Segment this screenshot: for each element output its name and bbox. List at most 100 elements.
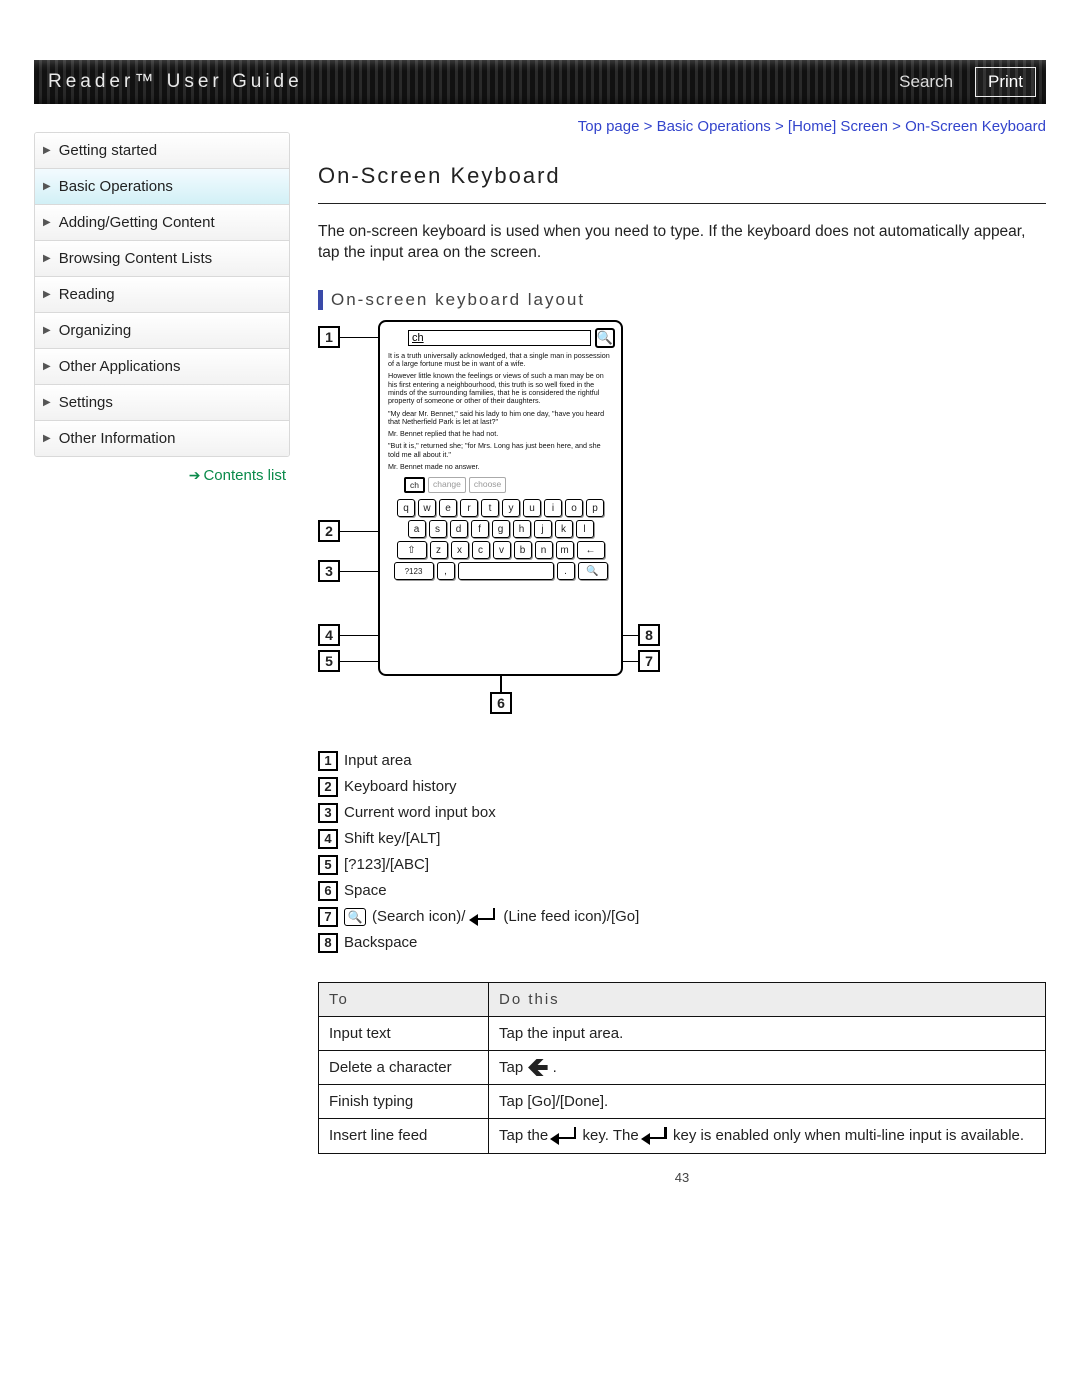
breadcrumb-item[interactable]: Basic Operations xyxy=(657,118,771,135)
cell-do: Tap [Go]/[Done]. xyxy=(489,1084,1046,1118)
search-link[interactable]: Search xyxy=(899,72,953,92)
legend-text: [?123]/[ABC] xyxy=(344,856,429,873)
device-frame: 🔍 It is a truth universally acknowledged… xyxy=(378,320,623,676)
legend-item: 5[?123]/[ABC] xyxy=(318,852,1046,878)
print-button[interactable]: Print xyxy=(975,67,1036,97)
key: l xyxy=(576,520,594,538)
sample-text: It is a truth universally acknowledged, … xyxy=(386,352,615,369)
breadcrumb-sep: > xyxy=(888,118,905,135)
sidebar-item-basic-operations[interactable]: ▶Basic Operations xyxy=(35,169,289,204)
callout-5: 5 xyxy=(318,650,340,672)
chevron-right-icon: ▶ xyxy=(43,361,51,372)
sidebar-item-other-apps[interactable]: ▶ Other Applications xyxy=(35,349,289,384)
shift-key: ⇧ xyxy=(397,541,427,559)
legend-num: 1 xyxy=(318,751,338,771)
key: b xyxy=(514,541,532,559)
key: e xyxy=(439,499,457,517)
th-to: To xyxy=(319,982,489,1016)
legend-item: 4Shift key/[ALT] xyxy=(318,826,1046,852)
sidebar-item-other-info[interactable]: ▶ Other Information xyxy=(35,421,289,456)
key: k xyxy=(555,520,573,538)
topbar-wrap: Reader™ User Guide Search Print xyxy=(0,0,1080,104)
contents-list-link[interactable]: ➔Contents list xyxy=(189,467,286,484)
key: n xyxy=(535,541,553,559)
callout-7: 7 xyxy=(638,650,660,672)
line-feed-icon xyxy=(471,908,497,926)
content: ▶Getting started ▶Basic Operations ▶Addi… xyxy=(0,104,1080,1229)
sidebar-item-getting-started[interactable]: ▶Getting started xyxy=(35,133,289,168)
sidebar-item-label: Getting started xyxy=(59,142,157,159)
table-header-row: To Do this xyxy=(319,982,1046,1016)
diagram-legend: 1 Input area 2Keyboard history 3 Current w… xyxy=(318,748,1046,956)
callout-8: 8 xyxy=(638,624,660,646)
period-key: . xyxy=(557,562,575,580)
line-feed-icon xyxy=(643,1127,669,1145)
key: x xyxy=(451,541,469,559)
section-subtitle: On-screen keyboard layout xyxy=(318,290,1046,310)
sample-text: Mr. Bennet replied that he had not. xyxy=(386,430,615,438)
callout-2: 2 xyxy=(318,520,340,542)
sidebar-item-label: Other Applications xyxy=(59,358,181,375)
breadcrumb-item[interactable]: Top page xyxy=(578,118,640,135)
kbd-row: qwertyuiop xyxy=(386,499,615,517)
space-key xyxy=(458,562,554,580)
key: t xyxy=(481,499,499,517)
operations-table: To Do this Input text Tap the input area… xyxy=(318,982,1046,1154)
legend-item: 2Keyboard history xyxy=(318,774,1046,800)
line-feed-icon xyxy=(552,1127,578,1145)
backspace-arrow-icon: 🡸 xyxy=(527,1061,548,1074)
backspace-key: ← xyxy=(577,541,605,559)
cell-text: . xyxy=(553,1059,557,1076)
sidebar-item-label: Reading xyxy=(59,286,115,303)
app-title: Reader™ User Guide xyxy=(48,71,303,93)
key: m xyxy=(556,541,574,559)
sidebar-item-label: Other Information xyxy=(59,430,176,447)
chevron-right-icon: ▶ xyxy=(43,397,51,408)
legend-text: Shift key/[ALT] xyxy=(344,830,440,847)
sidebar-item-reading[interactable]: ▶ Reading xyxy=(35,277,289,312)
kbd-row: ?123 , . 🔍 xyxy=(386,562,615,580)
keyboard-suggestions: ch change choose xyxy=(386,477,615,493)
chevron-right-icon: ▶ xyxy=(43,433,51,444)
legend-num: 7 xyxy=(318,907,338,927)
cell-do: Tap 🡸 . xyxy=(489,1050,1046,1084)
legend-text: Current word input box xyxy=(344,804,496,821)
cell-to: Delete a character xyxy=(319,1050,489,1084)
table-row: Insert line feed Tap the key. The key is… xyxy=(319,1118,1046,1153)
key: d xyxy=(450,520,468,538)
callout-3: 3 xyxy=(318,560,340,582)
sidebar-item-label: Settings xyxy=(59,394,113,411)
sidebar: ▶Getting started ▶Basic Operations ▶Addi… xyxy=(34,114,290,1189)
callout-4: 4 xyxy=(318,624,340,646)
callout-line xyxy=(340,661,380,663)
breadcrumb-item: On-Screen Keyboard xyxy=(905,118,1046,135)
key: w xyxy=(418,499,436,517)
sidebar-item-settings[interactable]: ▶ Settings xyxy=(35,385,289,420)
cell-to: Input text xyxy=(319,1016,489,1050)
legend-text: Input area xyxy=(344,752,412,769)
chevron-right-icon: ▶ xyxy=(43,289,51,300)
kbd-row: ⇧ zxcvbnm ← xyxy=(386,541,615,559)
sidebar-item-organizing[interactable]: ▶Organizing xyxy=(35,313,289,348)
legend-num: 8 xyxy=(318,933,338,953)
breadcrumb-item[interactable]: [Home] Screen xyxy=(788,118,888,135)
suggestion-current: ch xyxy=(404,477,425,493)
device-input-area xyxy=(408,330,591,346)
keyboard-diagram: 1 2 3 4 5 8 7 6 xyxy=(318,320,658,720)
legend-num: 3 xyxy=(318,803,338,823)
cell-do: Tap the input area. xyxy=(489,1016,1046,1050)
sample-text: However little known the feelings or vie… xyxy=(386,372,615,405)
suggestion-item: choose xyxy=(469,477,506,493)
key: a xyxy=(408,520,426,538)
comma-key: , xyxy=(437,562,455,580)
table-row: Input text Tap the input area. xyxy=(319,1016,1046,1050)
key: p xyxy=(586,499,604,517)
cell-do: Tap the key. The key is enabled only whe… xyxy=(489,1118,1046,1153)
key: u xyxy=(523,499,541,517)
legend-item: 6Space xyxy=(318,878,1046,904)
sidebar-item-adding-content[interactable]: ▶Adding/Getting Content xyxy=(35,205,289,240)
key: q xyxy=(397,499,415,517)
cell-to: Insert line feed xyxy=(319,1118,489,1153)
sidebar-item-browsing[interactable]: ▶Browsing Content Lists xyxy=(35,241,289,276)
legend-item: 7 🔍 (Search icon)/ (Line feed icon)/[Go] xyxy=(318,904,1046,930)
